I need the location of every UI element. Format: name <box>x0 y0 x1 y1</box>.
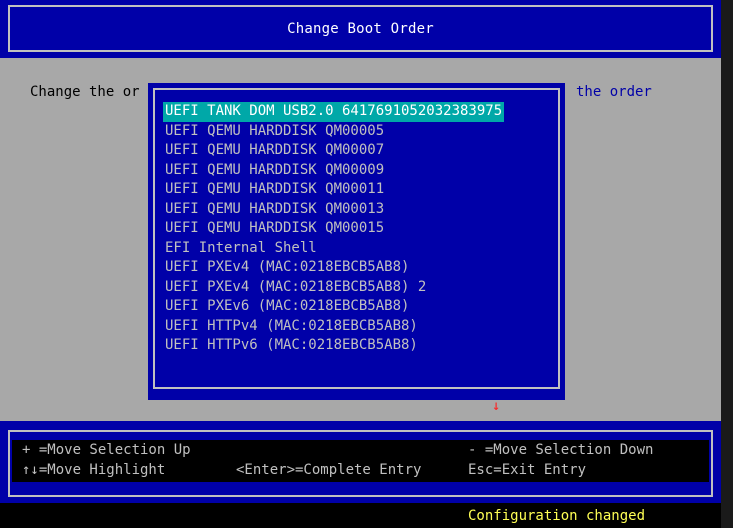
body-description-right: the order <box>576 84 652 100</box>
status-bar: Configuration changed <box>0 503 721 528</box>
help-move-up: + =Move Selection Up <box>22 442 191 458</box>
boot-option-item[interactable]: UEFI HTTPv6 (MAC:0218EBCB5AB8) <box>163 336 420 356</box>
help-bar: + =Move Selection Up - =Move Selection D… <box>0 421 721 503</box>
help-exit-entry: Esc=Exit Entry <box>468 462 587 478</box>
boot-option-item[interactable]: UEFI QEMU HARDDISK QM00011 <box>163 180 386 200</box>
help-panel: + =Move Selection Up - =Move Selection D… <box>12 440 709 482</box>
boot-option-item[interactable]: UEFI QEMU HARDDISK QM00005 <box>163 122 386 142</box>
title-frame: Change Boot Order <box>8 5 713 52</box>
help-complete-entry: <Enter>=Complete Entry <box>236 462 422 478</box>
boot-option-item[interactable]: EFI Internal Shell <box>163 239 319 259</box>
boot-order-list: UEFI TANK DOM USB2.0 6417691052032383975… <box>163 102 505 356</box>
boot-option-item[interactable]: UEFI HTTPv4 (MAC:0218EBCB5AB8) <box>163 317 420 337</box>
boot-option-item[interactable]: UEFI PXEv4 (MAC:0218EBCB5AB8) 2 <box>163 278 428 298</box>
bios-screen: Change Boot Order Change the or the orde… <box>0 0 721 528</box>
down-arrow-icon: ↓ <box>492 398 501 414</box>
boot-option-item[interactable]: UEFI PXEv6 (MAC:0218EBCB5AB8) <box>163 297 411 317</box>
window-edge <box>721 0 733 528</box>
boot-option-item[interactable]: UEFI QEMU HARDDISK QM00013 <box>163 200 386 220</box>
boot-option-item[interactable]: UEFI QEMU HARDDISK QM00015 <box>163 219 386 239</box>
status-message: Configuration changed <box>468 508 646 524</box>
title-bar: Change Boot Order <box>0 0 721 58</box>
boot-option-item[interactable]: UEFI TANK DOM USB2.0 6417691052032383975 <box>163 102 505 122</box>
boot-option-item[interactable]: UEFI PXEv4 (MAC:0218EBCB5AB8) <box>163 258 411 278</box>
help-move-highlight: ↑↓=Move Highlight <box>22 462 166 478</box>
body-description-left: Change the or <box>30 84 140 100</box>
boot-option-item[interactable]: UEFI QEMU HARDDISK QM00007 <box>163 141 386 161</box>
boot-option-item[interactable]: UEFI QEMU HARDDISK QM00009 <box>163 161 386 181</box>
help-move-down: - =Move Selection Down <box>468 442 654 458</box>
page-title: Change Boot Order <box>287 21 434 37</box>
